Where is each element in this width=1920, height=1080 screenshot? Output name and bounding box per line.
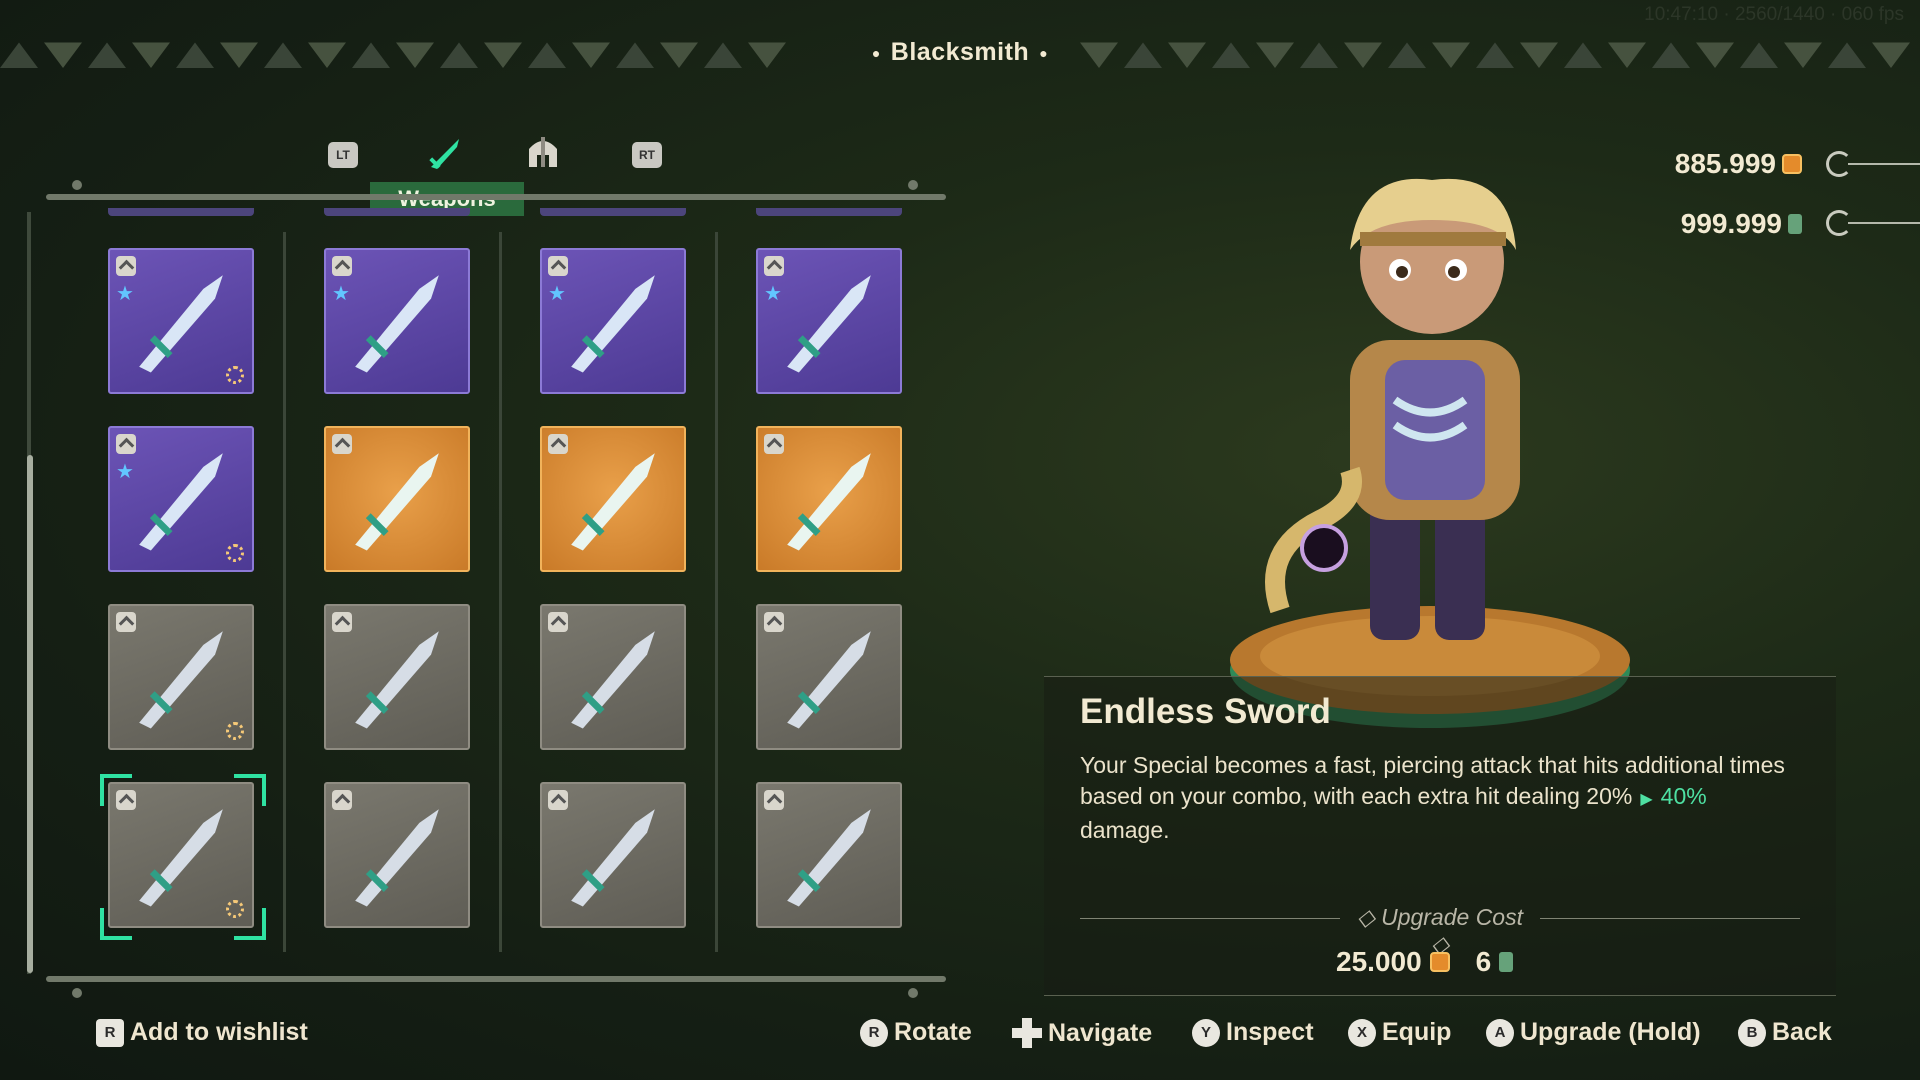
weapon-icon — [787, 453, 871, 551]
weapon-slot[interactable] — [108, 604, 254, 750]
rt-bumper-button[interactable]: RT — [632, 142, 662, 168]
weapon-slot[interactable] — [324, 782, 470, 928]
selection-corner — [100, 774, 132, 806]
weapon-slot[interactable]: ★ — [108, 426, 254, 572]
weapon-slot[interactable] — [540, 604, 686, 750]
partial-cell — [756, 208, 902, 216]
r-stick-button-icon: R — [96, 1018, 124, 1047]
weapon-icon — [787, 275, 871, 373]
weapon-icon — [355, 809, 439, 907]
weapon-icon — [571, 631, 655, 729]
column-divider — [283, 232, 286, 952]
dpad-icon — [1012, 1018, 1042, 1048]
weapon-icon — [355, 631, 439, 729]
coin-icon — [1429, 952, 1450, 972]
partial-cell — [540, 208, 686, 216]
selection-corner — [234, 908, 266, 940]
weapon-icon — [355, 453, 439, 551]
weapon-slot[interactable]: ★ — [540, 248, 686, 394]
helmet-icon[interactable] — [520, 130, 566, 176]
rail-ornament — [908, 180, 918, 190]
partial-cell — [108, 208, 254, 216]
weapon-icon — [787, 631, 871, 729]
weapon-name: Endless Sword — [1080, 692, 1331, 731]
a-button-icon: A — [1486, 1018, 1514, 1047]
weapon-icon — [571, 275, 655, 373]
panel-bottom-rail — [46, 976, 946, 982]
upgrade-arrow-icon: ▶ — [1640, 791, 1653, 808]
navigate-button[interactable]: Navigate — [1012, 1018, 1152, 1048]
character-preview[interactable] — [1200, 170, 1660, 730]
column-divider — [715, 232, 718, 952]
column-divider — [499, 232, 502, 952]
coin-icon — [1782, 154, 1802, 174]
lt-bumper-button[interactable]: LT — [328, 142, 358, 168]
weapon-icon — [571, 453, 655, 551]
divider — [1080, 918, 1340, 919]
weapon-slot[interactable] — [324, 426, 470, 572]
weapon-slot[interactable] — [540, 426, 686, 572]
x-button-icon: X — [1348, 1018, 1376, 1047]
weapon-icon — [571, 809, 655, 907]
b-button-icon: B — [1738, 1018, 1766, 1047]
weapon-description: Your Special becomes a fast, piercing at… — [1080, 752, 1785, 843]
divider — [1540, 918, 1800, 919]
weapon-slot[interactable]: ★ — [108, 248, 254, 394]
gem-icon — [1499, 952, 1514, 972]
selection-corner — [234, 774, 266, 806]
equip-button[interactable]: X Equip — [1348, 1018, 1451, 1047]
coin-balance: 885.999 — [1675, 148, 1802, 180]
weapon-slot[interactable] — [756, 782, 902, 928]
rail-ornament — [72, 180, 82, 190]
weapon-icon — [787, 809, 871, 907]
rotate-button[interactable]: R Rotate — [860, 1018, 972, 1047]
selection-corner — [100, 908, 132, 940]
chain-line — [1848, 222, 1920, 224]
weapon-icon — [139, 275, 223, 373]
weapon-icon — [355, 275, 439, 373]
weapon-slot[interactable] — [756, 604, 902, 750]
upgrade-cost: 25.000 6 — [1336, 946, 1514, 978]
upgrade-button[interactable]: A Upgrade (Hold) — [1486, 1018, 1701, 1047]
rail-ornament — [72, 988, 82, 998]
chain-line — [1848, 163, 1920, 165]
y-button-icon: Y — [1192, 1018, 1220, 1047]
page-title: ● Blacksmith ● — [871, 38, 1049, 66]
weapon-slot[interactable] — [540, 782, 686, 928]
weapon-slot[interactable] — [324, 604, 470, 750]
rail-ornament — [908, 988, 918, 998]
banner-pattern-left — [0, 38, 786, 70]
weapon-slot[interactable]: ★ — [324, 248, 470, 394]
perf-overlay: 10:47:10 · 2560/1440 · 060 fps — [1644, 4, 1904, 25]
scrollbar-thumb[interactable] — [27, 455, 33, 973]
partial-cell — [324, 208, 470, 216]
gem-balance: 999.999 — [1681, 208, 1802, 240]
weapon-slot[interactable]: ★ — [756, 248, 902, 394]
banner-pattern-right — [1080, 38, 1910, 70]
upgraded-value: 40% — [1660, 783, 1707, 809]
sword-icon[interactable] — [422, 130, 468, 176]
panel-top-rail — [46, 194, 946, 200]
add-to-wishlist-button[interactable]: R Add to wishlist — [96, 1018, 308, 1047]
gem-icon — [1788, 214, 1802, 234]
inspect-button[interactable]: Y Inspect — [1192, 1018, 1314, 1047]
weapon-slot[interactable] — [756, 426, 902, 572]
weapon-icon — [139, 631, 223, 729]
weapon-icon — [139, 453, 223, 551]
back-button[interactable]: B Back — [1738, 1018, 1832, 1047]
r-stick-button-icon: R — [860, 1018, 888, 1047]
